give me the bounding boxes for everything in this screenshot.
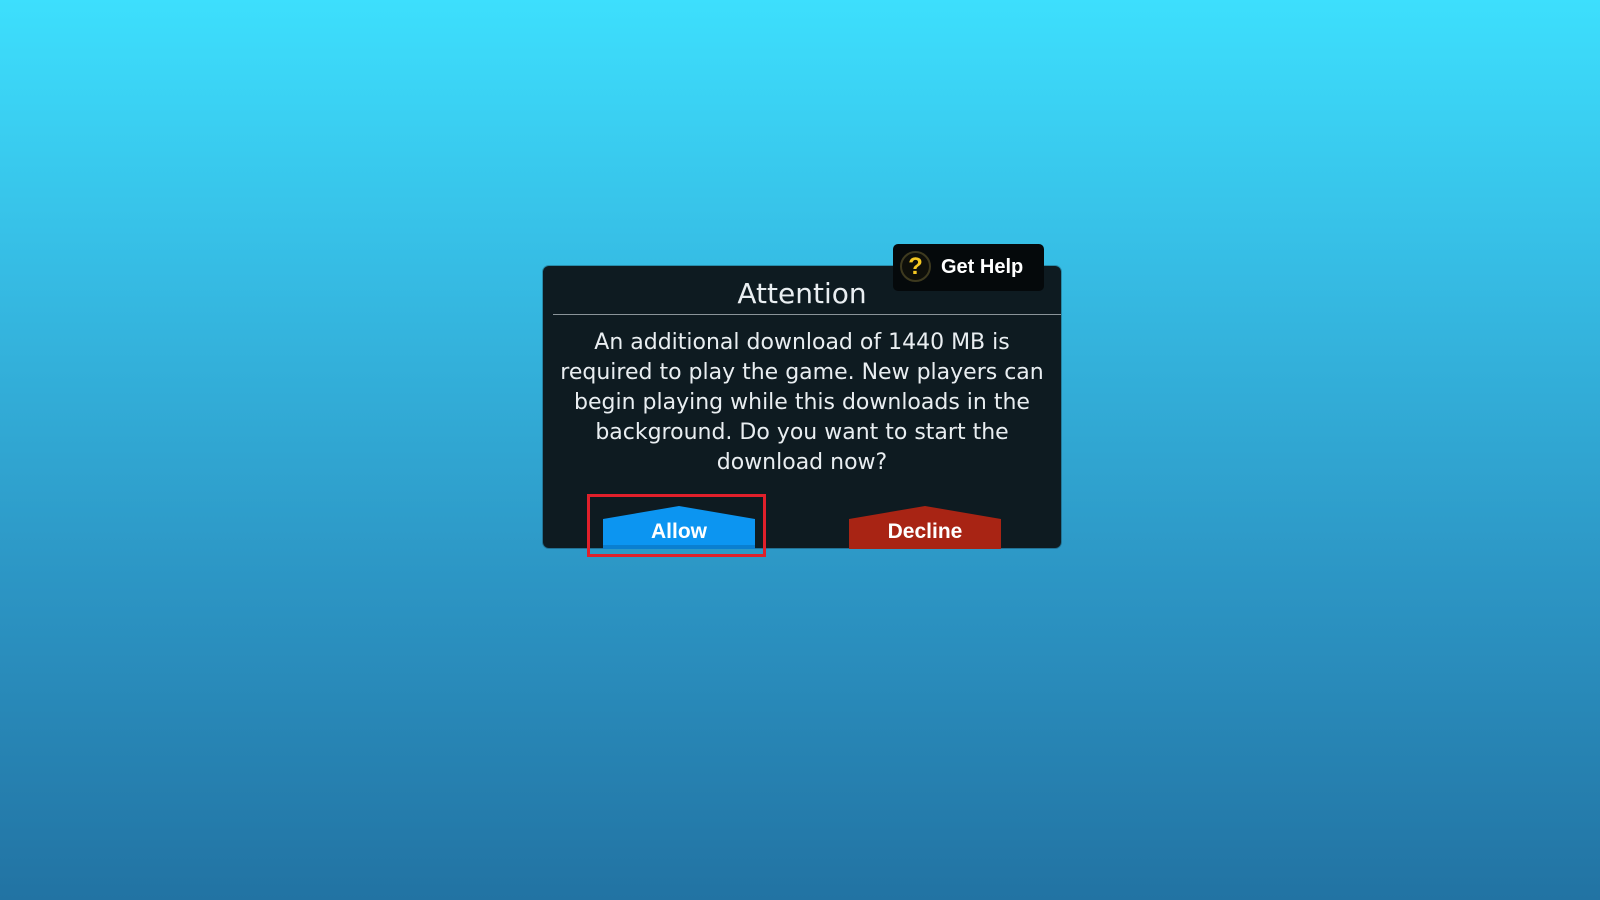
allow-button[interactable]: Allow	[603, 505, 755, 549]
dialog-message: An additional download of 1440 MB is req…	[560, 330, 1044, 475]
decline-button-label: Decline	[887, 520, 963, 543]
allow-button-label: Allow	[651, 520, 707, 543]
title-divider	[553, 314, 1061, 315]
decline-button[interactable]: Decline	[849, 505, 1001, 549]
get-help-button[interactable]: ? Get Help	[893, 244, 1044, 291]
question-icon: ?	[900, 251, 931, 282]
get-help-label: Get Help	[941, 256, 1024, 278]
